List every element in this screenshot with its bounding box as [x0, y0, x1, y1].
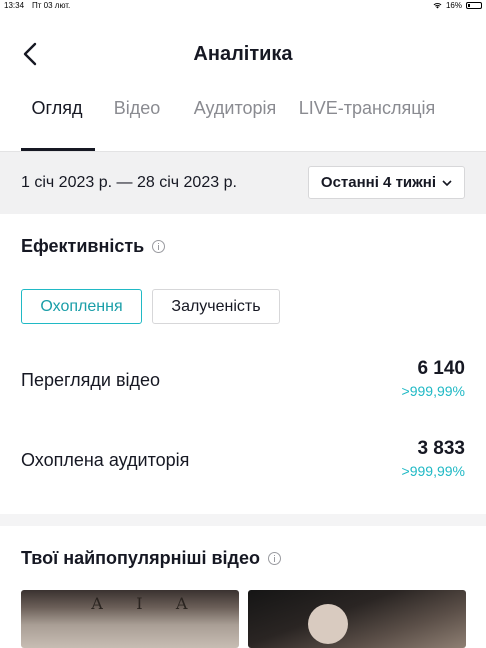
active-tab-indicator: [21, 148, 95, 151]
metric-label-reached-audience: Охоплена аудиторія: [21, 450, 190, 470]
tab-audience[interactable]: Аудиторія: [190, 96, 280, 120]
status-bar: 13:34 Пт 03 лют. 16%: [0, 0, 486, 12]
page-title: Аналітика: [193, 43, 293, 65]
info-icon[interactable]: [152, 240, 166, 253]
battery-percent: 16%: [445, 1, 462, 10]
video-thumbnail[interactable]: [248, 590, 466, 648]
effectiveness-section-title: Ефективність: [21, 236, 166, 257]
tab-overview[interactable]: Огляд: [28, 96, 86, 120]
engagement-toggle-button[interactable]: Залученість: [152, 289, 280, 324]
tab-live[interactable]: LIVE-трансляція: [292, 96, 442, 120]
date-range: 1 січ 2023 р. — 28 січ 2023 р.: [21, 174, 237, 191]
effectiveness-title: Ефективність: [21, 236, 145, 256]
battery-level: [468, 4, 470, 7]
status-right: 16%: [433, 1, 482, 10]
battery-icon: [466, 2, 482, 9]
wifi-icon: [433, 2, 442, 9]
metric-label-video-views: Перегляди відео: [21, 370, 161, 390]
header: Аналітика: [0, 36, 486, 74]
metric-change-video-views: >999,99%: [401, 383, 465, 399]
metric-value-video-views: 6 140: [417, 358, 465, 379]
thumbnail-person: [308, 604, 348, 644]
period-label: Останні 4 тижні: [320, 174, 436, 191]
status-time: 13:34: [4, 1, 25, 10]
thumbnail-sign-text: А І А: [91, 594, 202, 613]
section-divider: [0, 514, 486, 526]
status-left: 13:34 Пт 03 лют.: [4, 1, 70, 10]
video-thumbnail[interactable]: А І А: [21, 590, 239, 648]
metric-change-reached-audience: >999,99%: [401, 463, 465, 479]
tab-bar: Огляд Відео Аудиторія LIVE-трансляція: [0, 96, 486, 152]
status-date: Пт 03 лют.: [32, 1, 71, 10]
info-icon[interactable]: [267, 552, 281, 565]
chevron-down-icon: [442, 179, 452, 186]
top-videos-section-title: Твої найпопулярніші відео: [21, 548, 281, 569]
tab-video[interactable]: Відео: [112, 96, 162, 120]
reach-toggle-button[interactable]: Охоплення: [21, 289, 142, 324]
period-dropdown[interactable]: Останні 4 тижні: [307, 166, 465, 199]
date-bar: 1 січ 2023 р. — 28 січ 2023 р. Останні 4…: [0, 152, 486, 214]
metric-value-reached-audience: 3 833: [417, 438, 465, 459]
top-videos-title: Твої найпопулярніші відео: [21, 548, 260, 568]
